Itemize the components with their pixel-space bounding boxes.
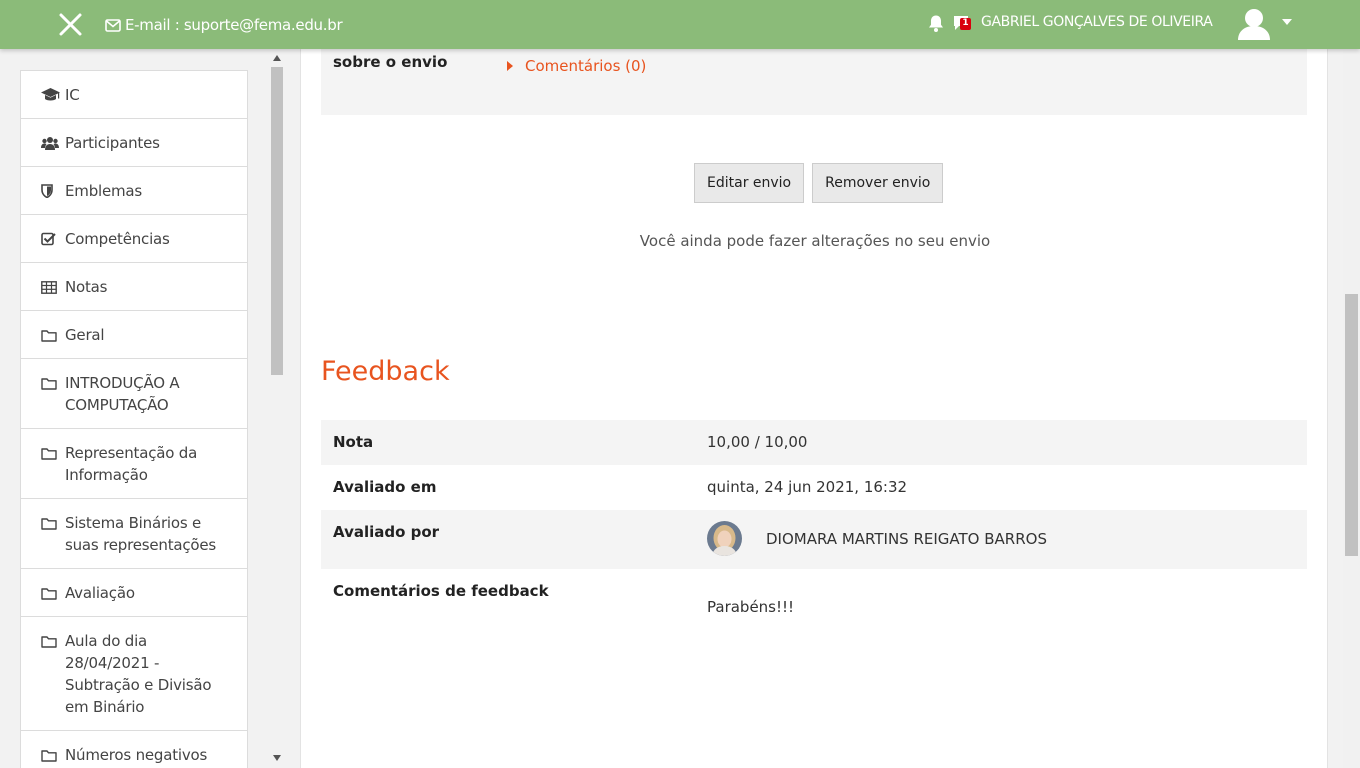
submission-comments-row: sobre o envio Comentários (0)	[321, 49, 1307, 115]
drawer-item-participantes[interactable]: Participantes	[21, 119, 247, 167]
drawer-item-label: Representação da Informação	[65, 444, 198, 484]
drawer-item-representacao[interactable]: Representação da Informação	[21, 429, 247, 499]
close-icon	[59, 13, 82, 36]
comments-link-text: Comentários (0)	[525, 57, 647, 75]
drawer-item-geral[interactable]: Geral	[21, 311, 247, 359]
drawer-item-label: Avaliação	[65, 584, 135, 602]
table-row: Avaliado em quinta, 24 jun 2021, 16:32	[321, 465, 1307, 510]
table-icon	[41, 276, 65, 298]
drawer-item-label: IC	[65, 86, 80, 104]
drawer-item-ic[interactable]: IC	[21, 71, 247, 119]
grade-key: Nota	[333, 433, 374, 451]
grader-avatar[interactable]	[707, 521, 742, 556]
drawer-scrollbar[interactable]	[270, 55, 284, 768]
table-row: Avaliado por DIOMARA MARTINS REIGATO BAR…	[321, 510, 1307, 569]
drawer-list: IC Participantes Emblemas Competências N…	[20, 70, 248, 768]
drawer-item-aula-28-04[interactable]: Aula do dia 28/04/2021 - Subtração e Div…	[21, 617, 247, 731]
drawer-item-label: Geral	[65, 326, 105, 344]
drawer-item-label: Notas	[65, 278, 108, 296]
graduation-cap-icon	[41, 84, 65, 106]
drawer-item-label: Aula do dia 28/04/2021 - Subtração e Div…	[65, 632, 212, 716]
users-icon	[41, 132, 65, 154]
window-scrollbar-thumb[interactable]	[1345, 294, 1358, 556]
grader-name[interactable]: DIOMARA MARTINS REIGATO BARROS	[766, 530, 1047, 548]
feedback-comments-key: Comentários de feedback	[333, 582, 549, 600]
feedback-table: Nota 10,00 / 10,00 Avaliado em quinta, 2…	[321, 420, 1307, 629]
folder-icon	[41, 372, 65, 394]
drawer-item-label: Emblemas	[65, 182, 143, 200]
user-name[interactable]: GABRIEL GONÇALVES DE OLIVEIRA	[981, 14, 1213, 30]
folder-icon	[41, 324, 65, 346]
scroll-down-arrow-icon[interactable]	[273, 755, 281, 761]
submission-comments-label: sobre o envio	[333, 53, 448, 71]
top-navbar: E-mail : suporte@fema.edu.br 1 GABRIEL G…	[0, 0, 1360, 49]
folder-icon	[41, 630, 65, 652]
support-email-text: E-mail : suporte@fema.edu.br	[125, 16, 343, 34]
comments-toggle-link[interactable]: Comentários (0)	[507, 57, 646, 75]
drawer-item-label: Competências	[65, 230, 170, 248]
feedback-heading: Feedback	[321, 356, 450, 387]
drawer-item-label: Números negativos em Binário -	[65, 746, 208, 764]
graded-on-key: Avaliado em	[333, 478, 437, 496]
main-content: sobre o envio Comentários (0) Editar env…	[300, 49, 1328, 768]
drawer-item-competencias[interactable]: Competências	[21, 215, 247, 263]
folder-icon	[41, 512, 65, 534]
drawer-item-notas[interactable]: Notas	[21, 263, 247, 311]
folder-icon	[41, 744, 65, 766]
nav-drawer: IC Participantes Emblemas Competências N…	[0, 49, 285, 768]
close-drawer-button[interactable]	[56, 8, 86, 40]
edit-submission-button[interactable]: Editar envio	[694, 163, 805, 203]
bell-icon[interactable]	[927, 14, 945, 33]
grader: DIOMARA MARTINS REIGATO BARROS	[707, 521, 1295, 556]
table-row: Nota 10,00 / 10,00	[321, 420, 1307, 465]
table-row: Comentários de feedback Parabéns!!!	[321, 569, 1307, 629]
feedback-comments-value: Parabéns!!!	[707, 598, 795, 616]
graded-on-value: quinta, 24 jun 2021, 16:32	[707, 478, 908, 496]
check-square-icon	[41, 228, 65, 250]
drawer-item-sistema-binarios[interactable]: Sistema Binários e suas representações	[21, 499, 247, 569]
chevron-down-icon[interactable]	[1282, 19, 1292, 25]
caret-right-icon	[507, 61, 513, 71]
grade-value: 10,00 / 10,00	[707, 433, 808, 451]
folder-icon	[41, 442, 65, 464]
message-count-badge: 1	[960, 18, 971, 30]
graded-by-key: Avaliado por	[333, 523, 440, 541]
scroll-up-arrow-icon[interactable]	[273, 55, 281, 61]
remove-submission-button[interactable]: Remover envio	[812, 163, 944, 203]
drawer-item-label: Sistema Binários e suas representações	[65, 514, 217, 554]
drawer-scrollbar-thumb[interactable]	[271, 67, 283, 375]
drawer-item-avaliacao[interactable]: Avaliação	[21, 569, 247, 617]
window-scrollbar[interactable]	[1343, 49, 1360, 768]
folder-icon	[41, 582, 65, 604]
drawer-item-label: INTRODUÇÃO A COMPUTAÇÃO	[65, 374, 180, 414]
drawer-item-emblemas[interactable]: Emblemas	[21, 167, 247, 215]
envelope-icon	[105, 18, 121, 32]
submission-note: Você ainda pode fazer alterações no seu …	[639, 232, 991, 250]
graded-by-cell: DIOMARA MARTINS REIGATO BARROS	[695, 510, 1307, 569]
drawer-item-label: Participantes	[65, 134, 160, 152]
shield-icon	[41, 180, 65, 202]
user-avatar-icon[interactable]	[1236, 6, 1272, 42]
submission-actions: Editar envio Remover envio	[694, 163, 944, 203]
support-email-link[interactable]: E-mail : suporte@fema.edu.br	[105, 16, 343, 34]
drawer-item-numeros-negativos[interactable]: Números negativos em Binário -	[21, 731, 247, 768]
drawer-item-introducao[interactable]: INTRODUÇÃO A COMPUTAÇÃO	[21, 359, 247, 429]
